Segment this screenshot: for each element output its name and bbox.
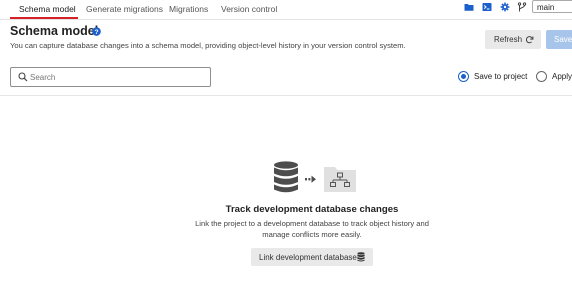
- page-title: Schema model: [10, 24, 99, 38]
- search-input[interactable]: [30, 70, 205, 84]
- svg-text:?: ?: [94, 29, 98, 36]
- folder-hierarchy-icon: [324, 167, 356, 192]
- tab-bar: Schema model Generate migrations Migrati…: [0, 0, 572, 20]
- section-divider: [0, 95, 572, 96]
- refresh-button[interactable]: Refresh: [485, 30, 541, 49]
- active-tab-indicator: [10, 17, 78, 19]
- tab-version-control[interactable]: Version control: [221, 4, 277, 14]
- database-icon: [274, 161, 298, 193]
- help-icon[interactable]: ?: [92, 27, 101, 36]
- tab-migrations[interactable]: Migrations: [169, 4, 208, 14]
- refresh-button-label: Refresh: [494, 35, 523, 44]
- folder-icon[interactable]: [464, 2, 474, 12]
- tab-schema-model[interactable]: Schema model: [19, 4, 76, 14]
- save-to-project-label[interactable]: Save to project: [474, 72, 527, 81]
- save-button[interactable]: Save: [546, 30, 572, 49]
- app-window: Schema model Generate migrations Migrati…: [0, 0, 572, 297]
- refresh-icon: [525, 36, 534, 44]
- arrow-right-icon: [305, 175, 316, 183]
- empty-state-title: Track development database changes: [225, 204, 399, 215]
- terminal-icon[interactable]: [482, 2, 492, 12]
- page-subtitle: You can capture database changes into a …: [10, 41, 406, 50]
- link-button-label: Link development database: [259, 253, 357, 262]
- search-box[interactable]: [10, 67, 211, 87]
- database-icon: [357, 252, 365, 262]
- tab-generate-migrations[interactable]: Generate migrations: [86, 4, 163, 14]
- branch-select[interactable]: main: [532, 0, 572, 13]
- save-to-project-radio[interactable]: [458, 71, 469, 82]
- gear-icon[interactable]: [500, 2, 510, 12]
- empty-state-description: Link the project to a development databa…: [195, 219, 429, 239]
- search-icon: [18, 72, 28, 82]
- link-development-database-button[interactable]: Link development database: [251, 248, 373, 266]
- apply-radio[interactable]: [536, 71, 547, 82]
- database-to-folder-illustration: [274, 161, 356, 193]
- branch-icon[interactable]: [517, 2, 527, 12]
- apply-label[interactable]: Apply: [552, 72, 572, 81]
